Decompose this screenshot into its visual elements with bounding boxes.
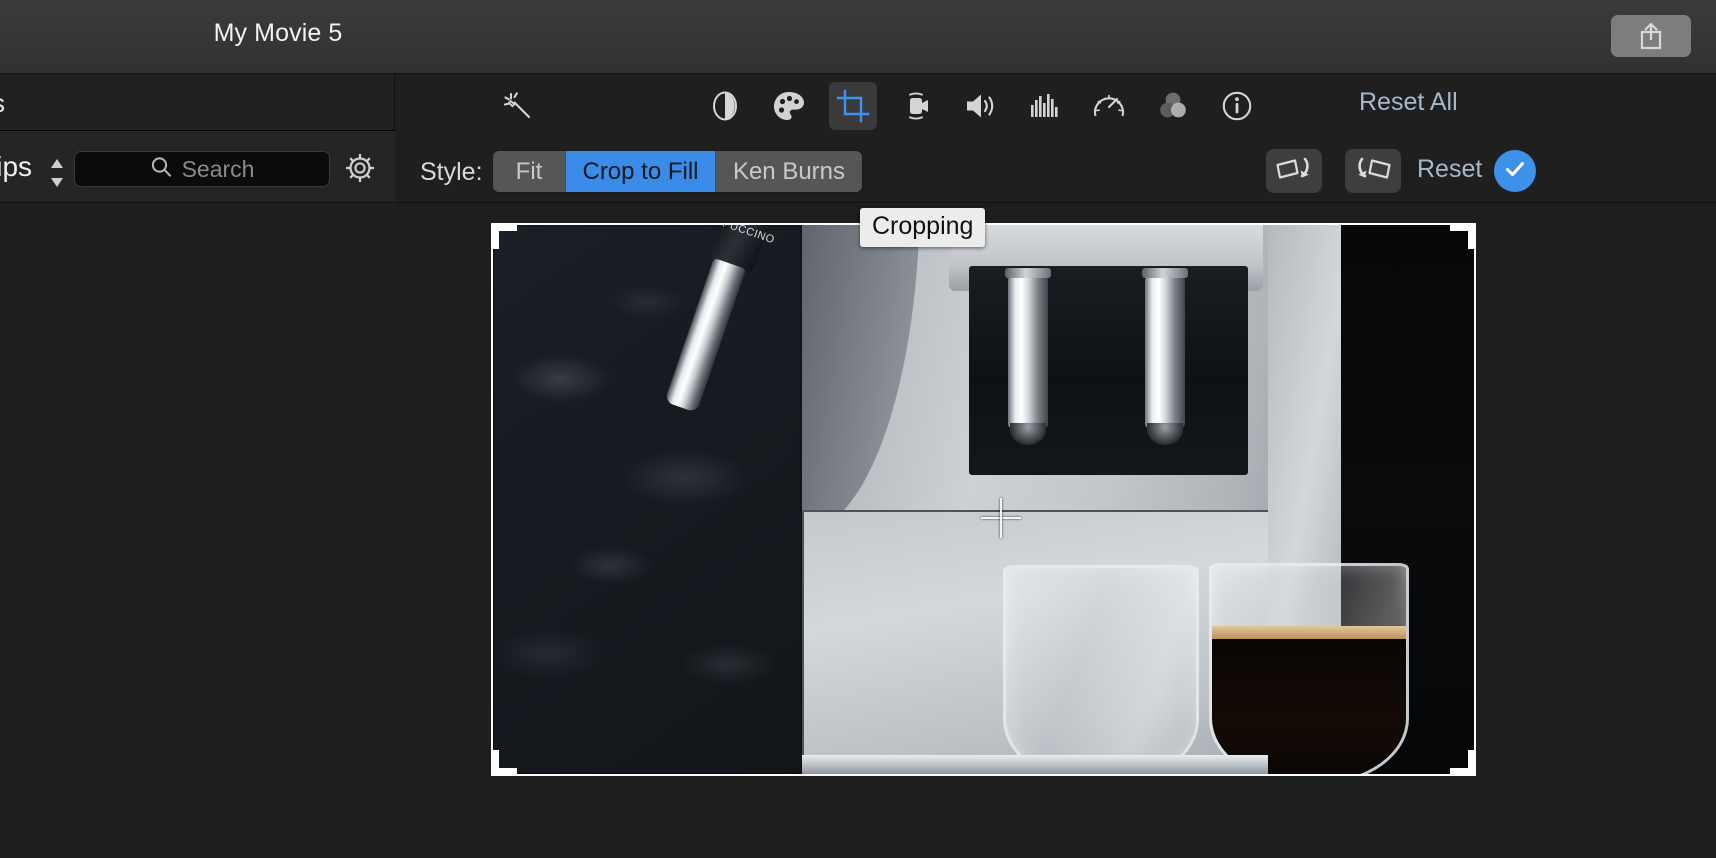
crosshair-cursor xyxy=(981,498,1021,538)
crop-handle-bottom-right[interactable] xyxy=(1450,750,1474,774)
equalizer-icon[interactable] xyxy=(1021,82,1069,130)
search-icon xyxy=(150,156,172,183)
style-row: Style: Fit Crop to Fill Ken Burns Reset … xyxy=(396,138,1716,247)
search-placeholder: Search xyxy=(181,155,255,182)
reset-crop-button[interactable]: Reset xyxy=(1417,155,1482,184)
volume-icon[interactable] xyxy=(957,82,1005,130)
crop-icon[interactable] xyxy=(829,82,877,130)
clip-filter-icon[interactable] xyxy=(1149,82,1197,130)
clip-browser-area[interactable] xyxy=(0,203,395,858)
page-title: My Movie 5 xyxy=(213,19,343,47)
sidebar-header-label: s xyxy=(0,88,5,119)
search-input[interactable]: Search xyxy=(74,151,330,187)
reset-all-button[interactable]: Reset All xyxy=(1359,88,1458,117)
crop-handle-bottom-left[interactable] xyxy=(493,750,517,774)
inspector-tool-row: Reset All xyxy=(396,74,1716,138)
speed-icon[interactable] xyxy=(1085,82,1133,130)
enhance-icon[interactable] xyxy=(495,82,543,130)
cropping-tooltip: Cropping xyxy=(860,208,986,247)
art-spout-collar-right xyxy=(1142,268,1189,279)
inspector-panel: Reset All Style: Fit Crop to Fill Ken Bu… xyxy=(396,74,1716,247)
crop-handle-top-right[interactable] xyxy=(1450,225,1474,249)
art-spout-right xyxy=(1142,268,1189,446)
sort-stepper-icon[interactable] xyxy=(48,156,66,190)
preview-viewer[interactable]: PUCCINO xyxy=(396,204,1716,858)
imovie-window: My Movie 5 s lips xyxy=(0,0,1716,858)
library-sidebar: s lips Search xyxy=(0,74,395,858)
art-spout-collar-left xyxy=(1005,268,1052,279)
share-button[interactable] xyxy=(1611,15,1691,57)
art-wand-label: PUCCINO xyxy=(720,223,776,246)
style-segmented-control[interactable]: Fit Crop to Fill Ken Burns xyxy=(493,151,862,192)
gear-icon[interactable] xyxy=(340,148,380,188)
art-counter-surface xyxy=(802,754,1268,774)
style-option-crop-to-fill[interactable]: Crop to Fill xyxy=(566,151,716,192)
apply-crop-button[interactable] xyxy=(1494,150,1536,192)
checkmark-icon xyxy=(1502,156,1528,187)
browser-toolbar: lips Search xyxy=(0,131,395,203)
sidebar-header: s xyxy=(0,74,395,131)
rotate-counterclockwise-button[interactable] xyxy=(1266,149,1322,193)
clips-label: lips xyxy=(0,151,33,182)
art-background-left xyxy=(493,225,802,774)
art-espresso-crema xyxy=(1212,626,1407,640)
art-glass-empty xyxy=(1003,564,1200,774)
color-correct-icon[interactable] xyxy=(765,82,813,130)
stabilization-icon[interactable] xyxy=(893,82,941,130)
style-option-ken-burns[interactable]: Ken Burns xyxy=(716,151,862,192)
title-bar: My Movie 5 xyxy=(0,0,1716,74)
rotate-counterclockwise-icon xyxy=(1275,156,1313,187)
info-icon[interactable] xyxy=(1213,82,1261,130)
color-balance-icon[interactable] xyxy=(701,82,749,130)
art-glass-espresso xyxy=(1209,562,1410,774)
rotate-clockwise-button[interactable] xyxy=(1345,149,1401,193)
style-label: Style: xyxy=(420,158,483,186)
rotate-clockwise-icon xyxy=(1354,156,1392,187)
crop-handle-top-left[interactable] xyxy=(493,225,517,249)
share-export-icon xyxy=(1637,21,1665,51)
crop-selection-frame[interactable]: PUCCINO xyxy=(491,223,1476,776)
style-option-fit[interactable]: Fit xyxy=(493,151,566,192)
art-spout-left xyxy=(1005,268,1052,446)
